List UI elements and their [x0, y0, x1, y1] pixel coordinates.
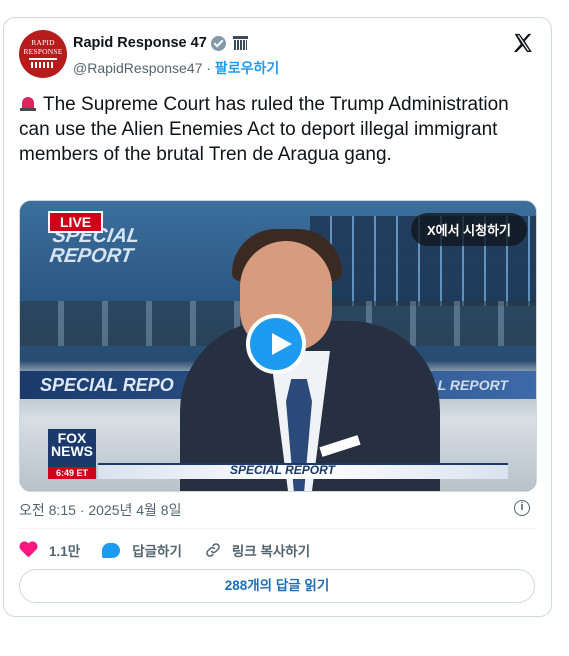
action-bar: 1.1만 답글하기 링크 복사하기	[19, 540, 332, 560]
reply-label: 답글하기	[132, 544, 182, 559]
handle-row: @RapidResponse47 · 팔로우하기	[73, 58, 279, 78]
author-name-row: Rapid Response 47	[73, 35, 248, 51]
watch-on-x-button[interactable]: X에서 시청하기	[410, 213, 527, 246]
separator: ·	[206, 60, 211, 76]
x-logo-icon[interactable]	[512, 32, 534, 54]
live-badge: LIVE	[48, 211, 104, 233]
lower-third-text: SPECIAL REPORT	[230, 463, 335, 477]
like-count: 1.1만	[49, 544, 81, 559]
post-timestamp[interactable]: 오전 8:15 · 2025년 4월 8일	[19, 500, 181, 520]
reply-icon	[102, 542, 121, 558]
tweet-embed-card: RAPID RESPONSE Rapid Response 47 @RapidR…	[3, 17, 552, 617]
copy-link-button[interactable]: 링크 복사하기	[204, 540, 310, 560]
play-button[interactable]	[246, 314, 306, 374]
copy-link-label: 링크 복사하기	[231, 544, 311, 559]
read-replies-button[interactable]: 288개의 답글 읽기	[19, 569, 535, 603]
video-player[interactable]: SPECIAL REPORT LIVE SPECIAL REPO SPECIAL…	[19, 200, 537, 492]
special-report-banner: SPECIAL REPORT	[48, 225, 141, 267]
follow-link[interactable]: 팔로우하기	[215, 60, 279, 76]
like-button[interactable]: 1.1만	[19, 540, 80, 560]
display-name[interactable]: Rapid Response 47	[73, 35, 207, 51]
broadcast-time: 6:49 ET	[48, 467, 96, 479]
divider	[19, 528, 535, 529]
heart-icon	[19, 542, 37, 558]
play-icon	[272, 333, 292, 355]
white-house-icon	[29, 58, 57, 68]
band-left-text: SPECIAL REPO	[40, 375, 174, 395]
government-icon	[232, 36, 248, 50]
tweet-text: The Supreme Court has ruled the Trump Ad…	[19, 92, 529, 167]
info-icon[interactable]: i	[514, 500, 530, 516]
link-icon	[206, 543, 220, 557]
avatar-logo-text: RAPID RESPONSE	[23, 38, 63, 56]
avatar[interactable]: RAPID RESPONSE	[19, 30, 67, 78]
reply-button[interactable]: 답글하기	[102, 540, 182, 560]
handle[interactable]: @RapidResponse47	[73, 60, 202, 76]
siren-icon	[19, 94, 37, 112]
tweet-body: The Supreme Court has ruled the Trump Ad…	[19, 94, 509, 165]
verified-badge-icon	[210, 35, 226, 51]
